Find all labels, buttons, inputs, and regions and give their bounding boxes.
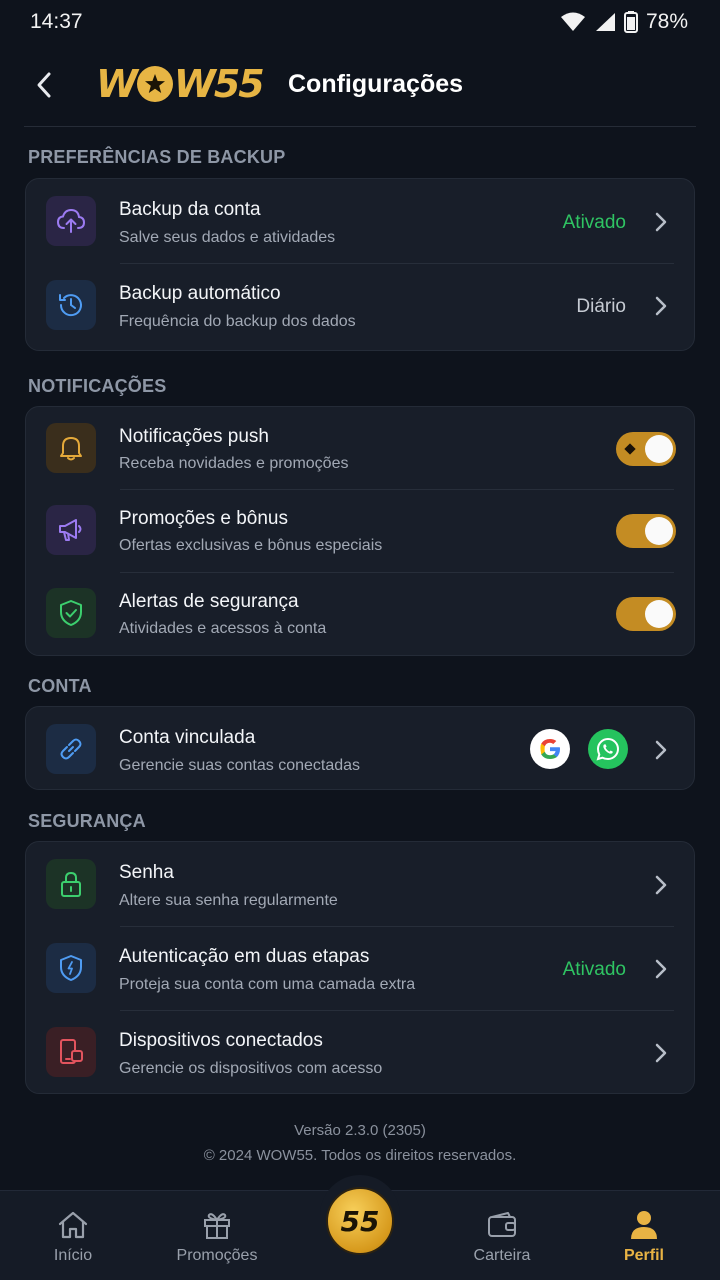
home-icon xyxy=(57,1209,89,1241)
row-subtitle: Gerencie os dispositivos com acesso xyxy=(119,1060,383,1077)
app-version: Versão 2.3.0 (2305) xyxy=(294,1122,426,1139)
section-title-security: SEGURANÇA xyxy=(28,811,146,831)
row-promotions-bonus: Promoções e bônus Ofertas exclusivas e b… xyxy=(26,489,694,572)
chevron-right-icon xyxy=(655,875,667,895)
frequency-value: Diário xyxy=(576,296,626,317)
app-header: W W55 Configurações xyxy=(0,44,720,126)
status-time: 14:37 xyxy=(30,10,83,33)
logo-text-right: W55 xyxy=(173,62,265,106)
security-card: Senha Altere sua senha regularmente Aute… xyxy=(25,841,695,1094)
backup-card: Backup da conta Salve seus dados e ativi… xyxy=(25,178,695,351)
row-two-factor[interactable]: Autenticação em duas etapas Proteja sua … xyxy=(26,926,694,1010)
history-clock-icon xyxy=(46,280,96,330)
push-notifications-toggle[interactable] xyxy=(616,432,676,466)
status-value-enabled: Ativado xyxy=(562,959,626,980)
chevron-right-icon xyxy=(655,959,667,979)
gift-icon xyxy=(201,1209,233,1241)
chevron-right-icon xyxy=(655,212,667,232)
logo-text-left: W xyxy=(96,62,138,106)
nav-label: Perfil xyxy=(623,1247,664,1264)
nav-item-profile[interactable]: Perfil xyxy=(584,1191,704,1280)
google-icon xyxy=(530,729,570,769)
row-subtitle: Gerencie suas contas conectadas xyxy=(119,757,361,774)
row-title: Backup automático xyxy=(119,283,281,304)
user-icon xyxy=(629,1209,659,1241)
nav-item-home[interactable]: Início xyxy=(13,1191,133,1280)
row-linked-account[interactable]: Conta vinculada Gerencie suas contas con… xyxy=(26,707,694,789)
shield-check-icon xyxy=(46,588,96,638)
chevron-right-icon xyxy=(655,1043,667,1063)
row-subtitle: Frequência do backup dos dados xyxy=(119,313,356,330)
row-security-alerts: Alertas de segurança Atividades e acesso… xyxy=(26,572,694,655)
nav-label: Carteira xyxy=(473,1247,531,1264)
wifi-icon xyxy=(560,12,585,31)
section-title-notifications: NOTIFICAÇÕES xyxy=(28,376,167,396)
devices-icon xyxy=(46,1027,96,1077)
row-title: Senha xyxy=(119,862,174,883)
row-account-backup[interactable]: Backup da conta Salve seus dados e ativi… xyxy=(26,179,694,263)
row-title: Promoções e bônus xyxy=(119,508,288,529)
megaphone-icon xyxy=(46,505,96,555)
bell-icon xyxy=(46,423,96,473)
row-password[interactable]: Senha Altere sua senha regularmente xyxy=(26,842,694,926)
cloud-upload-icon xyxy=(46,196,96,246)
cellular-signal-icon xyxy=(595,13,615,31)
row-auto-backup[interactable]: Backup automático Frequência do backup d… xyxy=(26,263,694,347)
chevron-left-icon xyxy=(37,72,51,98)
center-55-button[interactable]: 55 xyxy=(326,1187,394,1255)
row-subtitle: Salve seus dados e atividades xyxy=(119,229,336,246)
chevron-right-icon xyxy=(655,740,667,760)
battery-icon xyxy=(623,11,638,33)
row-connected-devices[interactable]: Dispositivos conectados Gerencie os disp… xyxy=(26,1010,694,1093)
section-title-account: CONTA xyxy=(28,676,92,696)
row-subtitle: Proteja sua conta com uma camada extra xyxy=(119,976,416,993)
row-title: Conta vinculada xyxy=(119,727,256,748)
nav-label: Promoções xyxy=(176,1247,258,1264)
row-title: Dispositivos conectados xyxy=(119,1030,323,1051)
security-alerts-toggle[interactable] xyxy=(616,597,676,631)
linked-accounts xyxy=(530,729,628,769)
row-title: Autenticação em duas etapas xyxy=(119,946,370,967)
shield-bolt-icon xyxy=(46,943,96,993)
notifications-card: Notificações push Receba novidades e pro… xyxy=(25,406,695,656)
nav-item-promotions[interactable]: Promoções xyxy=(157,1191,277,1280)
promotions-toggle[interactable] xyxy=(616,514,676,548)
row-subtitle: Ofertas exclusivas e bônus especiais xyxy=(119,537,383,554)
lock-icon xyxy=(46,859,96,909)
bottom-navigation: Início Promoções 55 Carteira Perfil xyxy=(0,1175,720,1280)
nav-item-wallet[interactable]: Carteira xyxy=(442,1191,562,1280)
link-icon xyxy=(46,724,96,774)
row-title: Notificações push xyxy=(119,426,269,447)
status-bar: 14:37 78% xyxy=(0,0,720,44)
row-subtitle: Altere sua senha regularmente xyxy=(119,892,338,909)
nav-label: Início xyxy=(53,1247,93,1264)
back-button[interactable] xyxy=(28,66,60,104)
header-divider xyxy=(24,126,696,127)
page-title: Configurações xyxy=(288,70,464,98)
status-value-enabled: Ativado xyxy=(562,212,626,233)
section-title-backup: PREFERÊNCIAS DE BACKUP xyxy=(28,147,286,167)
chevron-right-icon xyxy=(655,296,667,316)
account-card: Conta vinculada Gerencie suas contas con… xyxy=(25,706,695,790)
wow55-logo: W W55 xyxy=(96,62,265,106)
row-title: Backup da conta xyxy=(119,199,261,220)
row-title: Alertas de segurança xyxy=(119,591,299,612)
battery-percent: 78% xyxy=(645,10,688,33)
copyright: © 2024 WOW55. Todos os direitos reservad… xyxy=(203,1147,517,1164)
row-subtitle: Receba novidades e promoções xyxy=(119,455,349,472)
whatsapp-icon xyxy=(588,729,628,769)
row-subtitle: Atividades e acessos à conta xyxy=(119,620,327,637)
star-icon xyxy=(136,66,173,102)
wallet-icon xyxy=(486,1209,518,1241)
row-push-notifications: Notificações push Receba novidades e pro… xyxy=(26,407,694,489)
status-icons: 78% xyxy=(560,10,688,34)
